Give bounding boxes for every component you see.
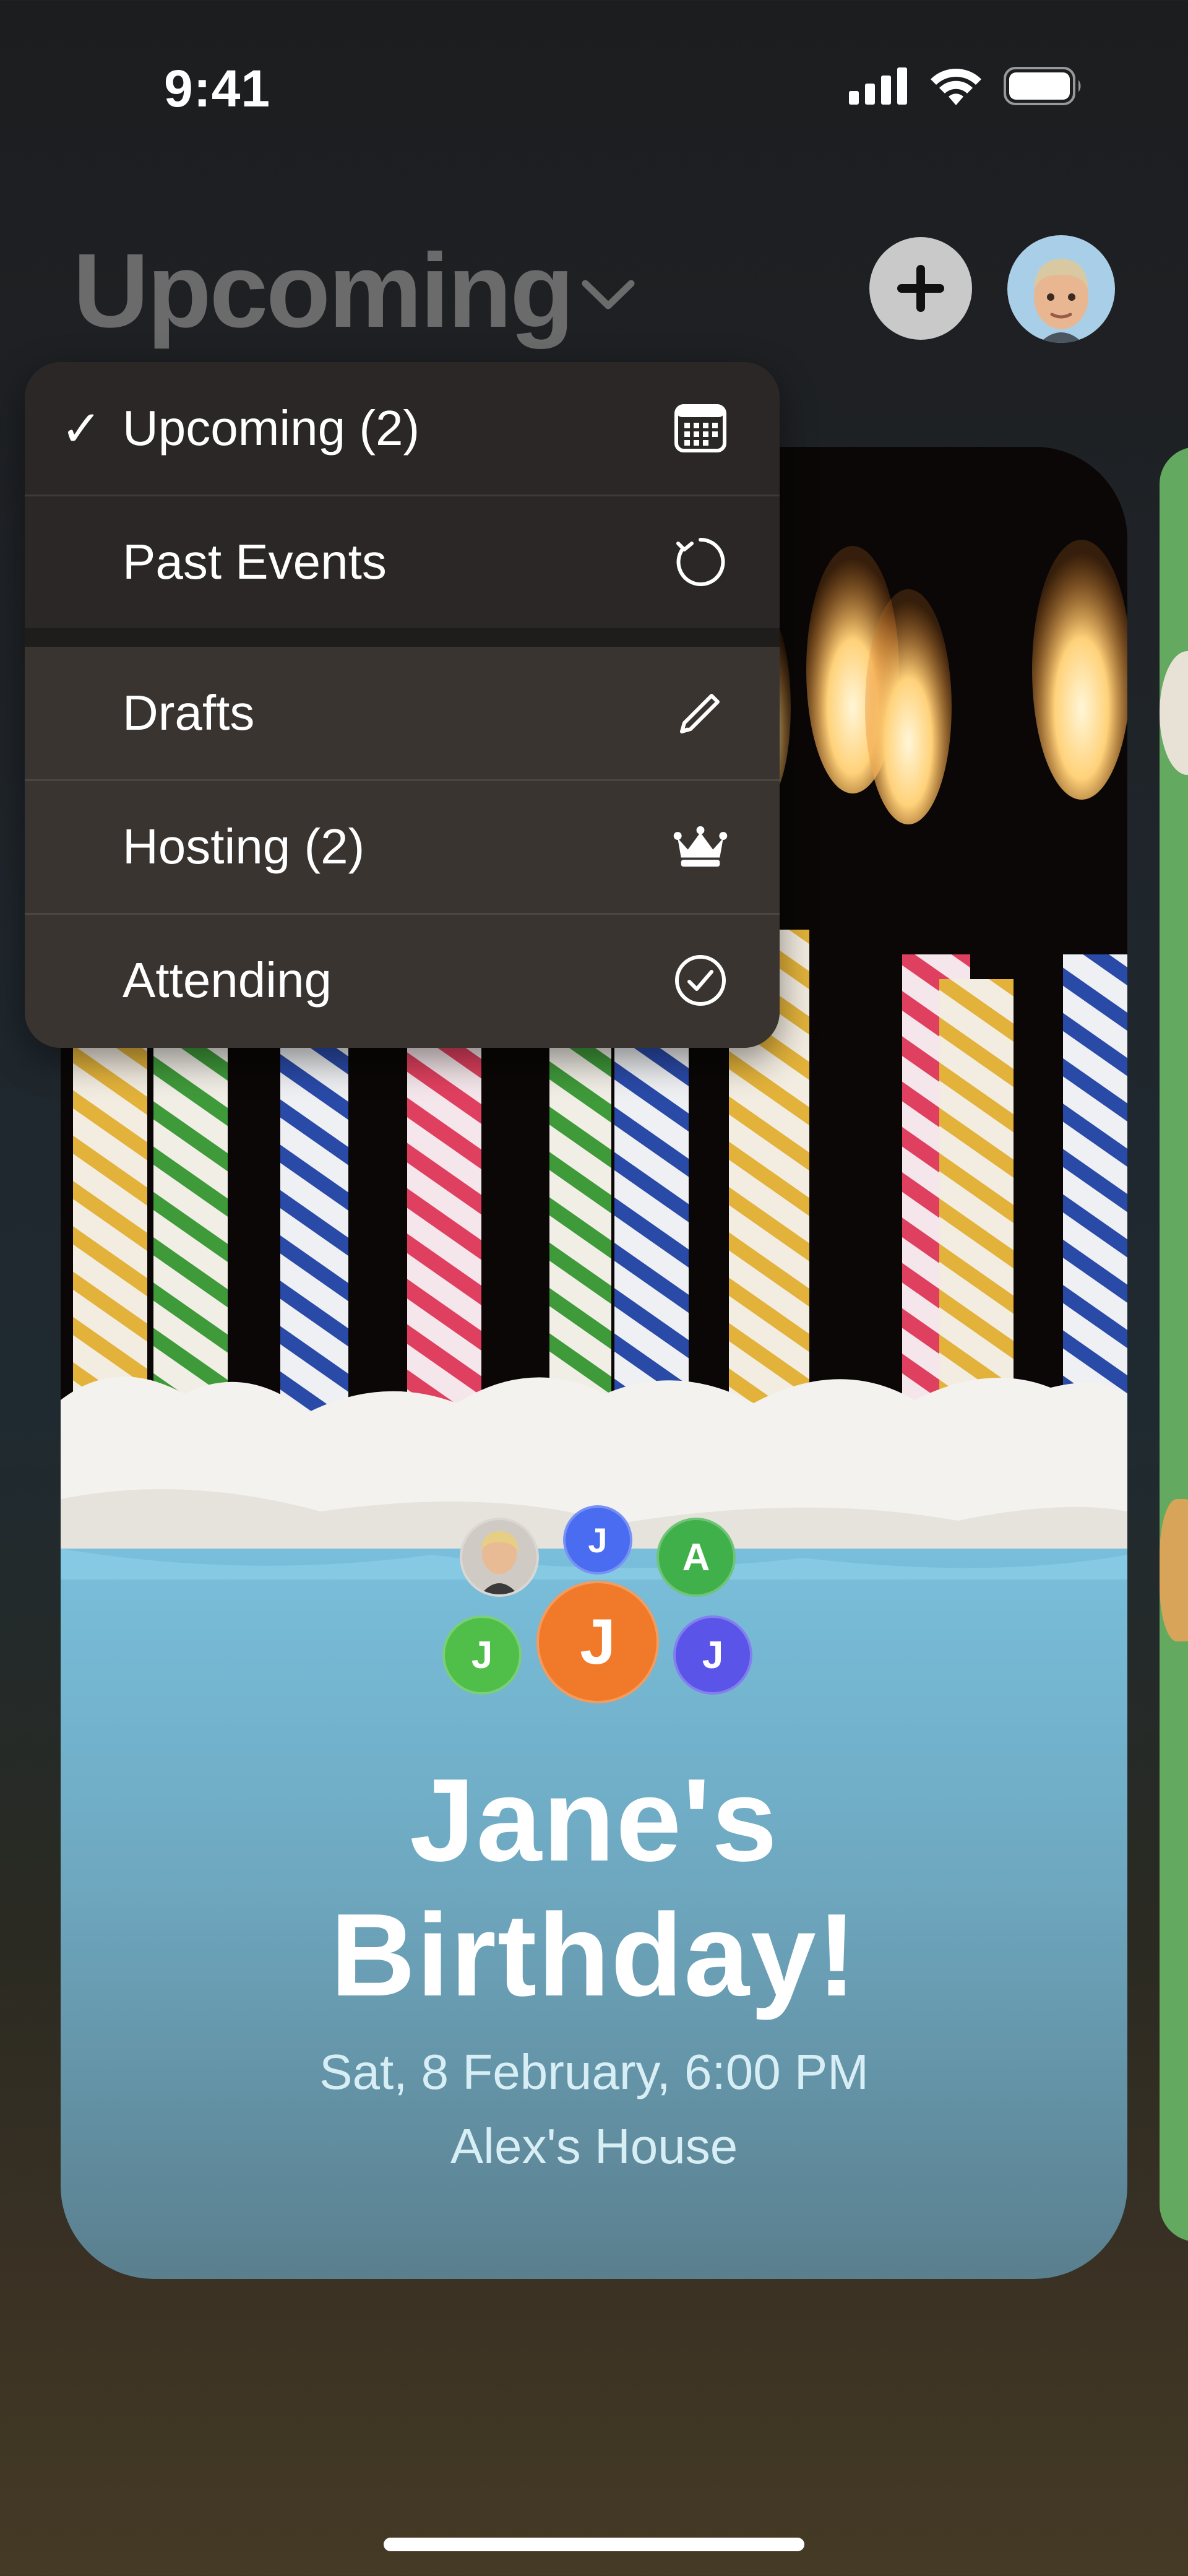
guest-avatar[interactable]: A <box>656 1518 736 1597</box>
event-title: Jane's Birthday! <box>61 1753 1127 2023</box>
guest-initial: J <box>702 1633 724 1677</box>
menu-item-label: Upcoming (2) <box>123 400 420 456</box>
guest-initial: J <box>471 1633 493 1677</box>
memoji-avatar-icon <box>1034 259 1088 343</box>
menu-item-past-events[interactable]: Past Events <box>25 496 780 628</box>
wifi-icon <box>931 69 981 105</box>
menu-item-upcoming[interactable]: ✓ Upcoming (2) <box>25 362 780 495</box>
menu-item-drafts[interactable]: Drafts <box>25 647 780 779</box>
guest-avatar[interactable]: J <box>442 1615 522 1695</box>
menu-item-hosting[interactable]: Hosting (2) <box>25 780 780 913</box>
status-time: 9:41 <box>164 59 271 118</box>
guest-avatar[interactable] <box>460 1518 539 1597</box>
checkmark-icon: ✓ <box>61 400 103 456</box>
guest-initial: J <box>588 1520 608 1560</box>
plus-icon <box>897 265 944 312</box>
page-title[interactable]: Upcoming <box>73 230 574 352</box>
guest-avatar[interactable]: J <box>673 1615 752 1695</box>
guest-initial: J <box>580 1606 616 1678</box>
event-title-line2: Birthday! <box>330 1890 858 2021</box>
menu-group-secondary: Drafts Hosting (2) Attending <box>25 647 780 1048</box>
chevron-down-icon[interactable] <box>580 277 636 312</box>
status-icons <box>849 67 1084 105</box>
crown-icon <box>672 818 729 875</box>
profile-avatar-button[interactable] <box>1007 235 1115 343</box>
event-title-line1: Jane's <box>410 1755 778 1886</box>
next-event-card[interactable] <box>1160 447 1188 2242</box>
menu-item-label: Hosting (2) <box>123 819 365 874</box>
menu-item-label: Attending <box>123 953 332 1008</box>
menu-group-primary: ✓ Upcoming (2) Past Events <box>25 362 780 628</box>
menu-item-label: Drafts <box>123 685 255 740</box>
calendar-icon <box>672 400 729 457</box>
event-location: Alex's House <box>450 2119 738 2174</box>
memoji-avatar-icon <box>481 1531 519 1594</box>
menu-item-label: Past Events <box>123 534 387 589</box>
filter-dropdown-menu: ✓ Upcoming (2) Past Events Drafts Hostin… <box>25 362 780 1048</box>
guest-avatar-host[interactable]: J <box>536 1581 659 1703</box>
home-indicator[interactable] <box>384 2538 804 2551</box>
cellular-signal-icon <box>849 67 907 105</box>
guest-initial: A <box>682 1536 710 1579</box>
pencil-icon <box>672 685 729 741</box>
menu-group-separator <box>25 628 780 647</box>
checkmark-circle-icon <box>672 952 729 1009</box>
circular-arrow-icon <box>672 534 729 590</box>
battery-icon <box>1004 67 1081 105</box>
menu-item-attending[interactable]: Attending <box>25 914 780 1047</box>
add-event-button[interactable] <box>869 237 972 340</box>
guest-avatar[interactable]: J <box>563 1505 632 1575</box>
event-date: Sat, 8 February, 6:00 PM <box>319 2044 869 2099</box>
